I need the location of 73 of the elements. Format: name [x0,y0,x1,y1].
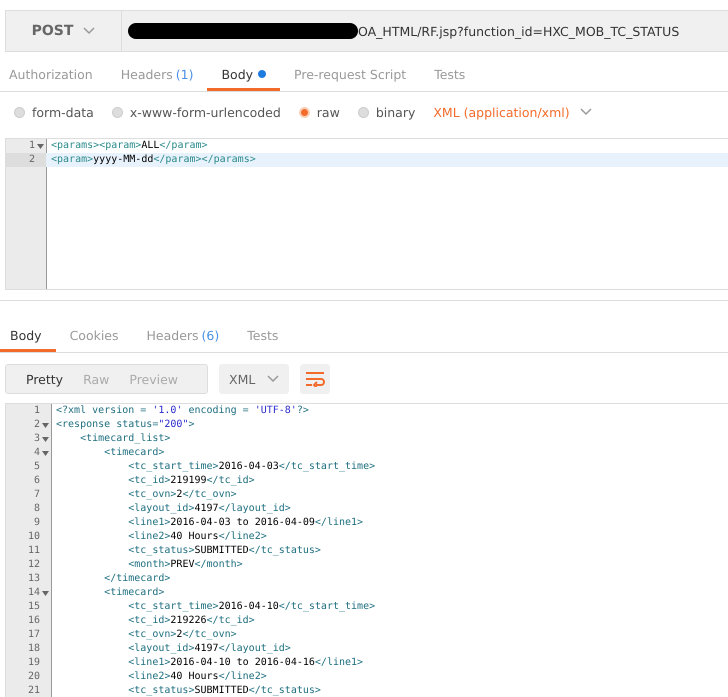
line-number: 6 [34,474,40,488]
code-line: <response status="200"> [55,418,194,432]
line-number: 19 [28,656,40,670]
wrap-lines-button[interactable] [300,364,330,394]
response-tab[interactable]: Body [0,321,56,352]
code-line: <line1>2016-04-03 to 2016-04-09</line1> [127,516,364,530]
body-mode-radio[interactable]: binary [358,104,416,120]
code-line: <param>yyyy-MM-dd</param></params> [50,153,256,167]
code-line: <tc_start_time>2016-04-03</tc_start_time> [127,460,376,474]
response-tab[interactable]: Headers (6) [132,321,234,352]
line-number: 20 [28,670,40,684]
fold-icon[interactable] [42,450,49,456]
request-tab[interactable]: Headers (1) [106,60,208,91]
line-number: 4 [34,446,40,460]
response-tab[interactable]: Tests [233,321,292,352]
code-line: <line2>40 Hours</line2> [127,670,267,684]
line-number: 7 [34,488,40,502]
wrap-icon [305,371,326,387]
chevron-down-icon [580,108,592,116]
code-line: <tc_id>219226</tc_id> [127,614,255,628]
code-line: <layout_id>4197</layout_id> [127,642,291,656]
line-number: 21 [28,684,40,697]
line-number: 1 [34,404,40,418]
fold-icon[interactable] [42,422,49,428]
code-line: <tc_ovn>2</tc_ovn> [127,488,237,502]
line-number: 9 [34,516,40,530]
body-mode-radio[interactable]: form-data [14,104,94,120]
line-number: 3 [34,432,40,446]
code-line: <?xml version = '1.0' encoding = 'UTF-8'?> [55,404,309,418]
line-number: 1 [28,139,35,153]
code-line: <month>PREV</month> [127,558,243,572]
code-line: <tc_id>219199</tc_id> [127,474,255,488]
body-mode-radio[interactable]: x-www-form-urlencoded [112,104,281,120]
line-number: 17 [28,628,40,642]
code-line: </timecard> [103,572,170,586]
line-number: 13 [28,572,40,586]
chevron-down-icon [267,375,280,383]
line-number: 15 [28,600,40,614]
code-line: <timecard> [103,446,164,460]
code-line: <tc_status>SUBMITTED</tc_status> [127,544,321,558]
line-number: 10 [28,530,40,544]
line-number: 16 [28,614,40,628]
code-line: <timecard_list> [79,432,170,446]
fold-icon[interactable] [37,144,44,148]
line-number: 5 [34,460,40,474]
response-tab[interactable]: Cookies [56,321,133,352]
view-mode-button[interactable]: Pretty [16,365,74,393]
code-line: <tc_start_time>2016-04-10</tc_start_time> [127,600,376,614]
code-line: <tc_status>SUBMITTED</tc_status> [127,684,321,697]
modified-dot-icon [258,70,266,78]
code-line: <params><param>ALL</param> [50,139,208,153]
request-tab[interactable]: Authorization [0,60,107,91]
line-number: 18 [28,642,40,656]
request-tab[interactable]: Tests [420,60,480,91]
code-line: <line2>40 Hours</line2> [127,530,267,544]
format-dropdown[interactable]: XML [219,364,290,394]
code-line: <tc_ovn>2</tc_ovn> [127,628,237,642]
fold-icon[interactable] [42,590,49,596]
fold-icon[interactable] [42,436,49,442]
line-number: 14 [28,586,40,600]
code-line: <line1>2016-04-10 to 2016-04-16</line1> [127,656,364,670]
code-line: <timecard> [103,586,164,600]
line-number: 12 [28,558,40,572]
line-number: 8 [34,502,40,516]
body-mode-radio[interactable]: raw [298,104,340,120]
line-number: 2 [28,153,35,167]
content-type-dropdown[interactable]: XML (application/xml) [433,104,592,120]
request-tab[interactable]: Body [207,60,280,91]
line-number: 2 [34,418,40,432]
code-line: <layout_id>4197</layout_id> [127,502,291,516]
request-editor[interactable]: 1 <params><param>ALL</param> 2 <param>yyyy-MM-dd</param></params> [5,138,728,290]
request-tab[interactable]: Pre-request Script [280,60,420,91]
line-number: 11 [28,544,40,558]
